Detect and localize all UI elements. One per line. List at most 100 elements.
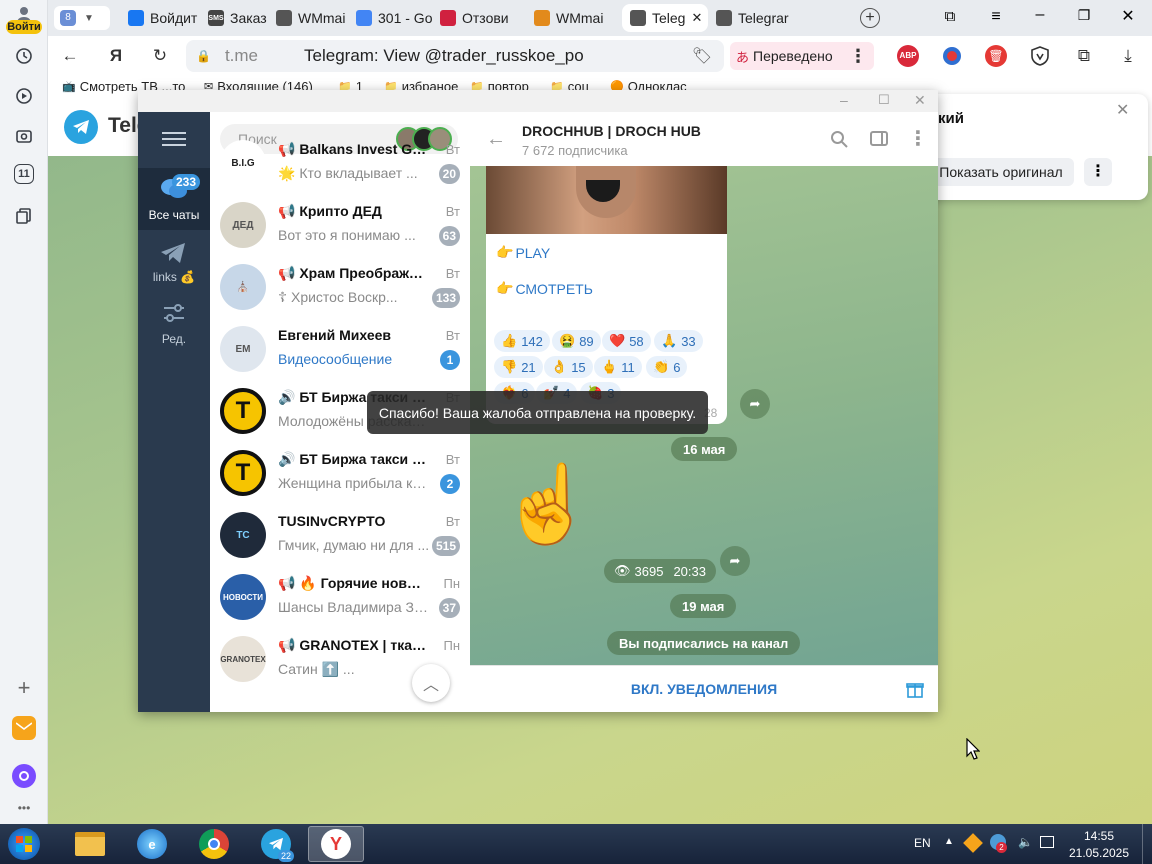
bookmarks-panel-icon[interactable]: ⧉ bbox=[940, 8, 960, 28]
menu-icon[interactable]: ≡ bbox=[986, 8, 1006, 28]
history-icon[interactable] bbox=[12, 44, 36, 68]
back-icon[interactable]: ← bbox=[486, 128, 506, 151]
reload-icon[interactable]: ↻ bbox=[148, 44, 172, 68]
yandex-icon[interactable]: Я bbox=[104, 44, 128, 68]
calendar-badge-icon[interactable]: 11 bbox=[14, 164, 34, 184]
extensions-icon[interactable]: ⧉ bbox=[1072, 44, 1096, 68]
reaction-chip[interactable]: 👏 6 bbox=[646, 356, 688, 378]
more-dots-icon[interactable]: ••• bbox=[12, 796, 36, 820]
alice-assistant-icon[interactable] bbox=[12, 764, 36, 788]
reaction-count: 6 bbox=[673, 359, 681, 375]
folder-edit[interactable]: Ред. bbox=[138, 298, 210, 360]
new-tab-button[interactable]: + bbox=[860, 8, 880, 28]
scroll-up-button[interactable]: ︿ bbox=[412, 664, 450, 702]
taskbar-telegram[interactable]: 22 bbox=[248, 826, 304, 862]
bookmark-flag-icon[interactable]: 🏷 bbox=[692, 46, 712, 66]
download-icon[interactable]: ⤓ bbox=[1116, 44, 1140, 68]
chat-item[interactable]: ЕМ Евгений Михеев Вт Видеосообщение 1 bbox=[210, 318, 470, 380]
language-indicator[interactable]: EN bbox=[914, 836, 931, 850]
tab-group-button[interactable]: 8 ▼ bbox=[54, 6, 110, 30]
vpn-shield-icon[interactable] bbox=[1028, 44, 1052, 68]
abp-extension-icon[interactable]: ABP bbox=[896, 44, 920, 68]
show-original-button[interactable]: Показать оригинал bbox=[928, 158, 1074, 186]
chat-item[interactable]: TC TUSINvCRYPTO Вт Гмчик, думаю ни для ... 5… bbox=[210, 504, 470, 566]
taskbar-badge: 22 bbox=[278, 850, 294, 862]
chat-time: Вт bbox=[445, 266, 460, 281]
side-panel-icon[interactable] bbox=[870, 131, 888, 146]
taskbar-ie[interactable]: e bbox=[124, 826, 180, 862]
network-icon[interactable] bbox=[1040, 836, 1054, 848]
taskbar-yandex[interactable]: Y bbox=[308, 826, 364, 862]
minimize-icon[interactable]: – bbox=[1030, 6, 1050, 26]
restore-icon[interactable]: ❐ bbox=[1074, 7, 1094, 27]
reaction-chip[interactable]: 👎 21 bbox=[494, 356, 543, 378]
browser-tab[interactable]: SMS Заказ н bbox=[200, 4, 270, 32]
clock-date[interactable]: 21.05.2025 bbox=[1064, 846, 1134, 860]
chat-item[interactable]: B.I.G 📢 Balkans Invest Group... Вт 🌟 Кто вк… bbox=[210, 132, 470, 194]
chat-item[interactable]: T 🔊 БТ Биржа такси Ров... Вт Женщина прибыл… bbox=[210, 442, 470, 504]
folder-links[interactable]: links 💰 bbox=[138, 234, 210, 296]
browser-tab[interactable]: 301 - Go bbox=[348, 4, 436, 32]
close-icon[interactable]: ✕ bbox=[1116, 100, 1129, 120]
hamburger-menu-icon[interactable] bbox=[162, 130, 186, 146]
reaction-chip[interactable]: 👍 142 bbox=[494, 330, 550, 352]
folder-all-chats[interactable]: 233 Все чаты bbox=[138, 168, 210, 230]
service-message: Вы подписались на канал bbox=[607, 631, 801, 655]
back-icon[interactable]: ← bbox=[58, 44, 82, 68]
browser-tab[interactable]: WMmai bbox=[268, 4, 352, 32]
translated-label: Переведено bbox=[753, 48, 833, 64]
chat-item[interactable]: ДЕД 📢 Крипто ДЕД Вт Вот это я понимаю ... 63 bbox=[210, 194, 470, 256]
browser-tab[interactable]: Telegrar bbox=[708, 4, 804, 32]
reaction-chip[interactable]: ❤️ 58 bbox=[602, 330, 651, 352]
watch-link[interactable]: 👉 СМОТРЕТЬ bbox=[496, 280, 593, 297]
add-panel-icon[interactable]: + bbox=[12, 675, 36, 700]
close-tab-icon[interactable]: ✕ bbox=[691, 10, 702, 26]
camera-icon[interactable] bbox=[12, 124, 36, 148]
address-field[interactable]: 🔒 t.me Telegram: View @trader_russkoe_po… bbox=[186, 40, 724, 72]
minimize-icon[interactable]: – bbox=[840, 92, 848, 108]
search-icon[interactable] bbox=[830, 130, 848, 151]
taskbar-explorer[interactable] bbox=[62, 826, 118, 862]
reaction-chip[interactable]: 🤮 89 bbox=[552, 330, 601, 352]
reaction-chip[interactable]: 🖕 11 bbox=[594, 356, 642, 378]
reaction-chip[interactable]: 👌 15 bbox=[544, 356, 593, 378]
login-button[interactable]: Войти bbox=[6, 20, 42, 34]
chat-item[interactable]: ⛪ 📢 Храм Преображени... Вт ☦ Христос Воскр.… bbox=[210, 256, 470, 318]
channel-title[interactable]: DROCHHUB | DROCH HUB bbox=[522, 123, 701, 139]
forward-icon[interactable]: ➦ bbox=[740, 389, 770, 419]
close-window-icon[interactable]: ✕ bbox=[1118, 6, 1138, 26]
browser-tab[interactable]: Отзови bbox=[432, 4, 522, 32]
maximize-icon[interactable]: ☐ bbox=[878, 92, 890, 108]
browser-tab[interactable]: Teleg ✕ bbox=[622, 4, 708, 32]
more-vertical-icon[interactable]: ⋮ bbox=[846, 44, 870, 68]
play-icon[interactable] bbox=[12, 84, 36, 108]
clock-time[interactable]: 14:55 bbox=[1070, 829, 1128, 843]
more-vertical-icon[interactable]: ⋮ bbox=[1084, 158, 1112, 186]
start-button[interactable] bbox=[4, 826, 44, 862]
show-desktop-button[interactable] bbox=[1142, 824, 1152, 864]
window-titlebar: – ☐ ✕ bbox=[138, 90, 938, 112]
pointing-up-sticker-icon[interactable]: ☝️ bbox=[500, 467, 595, 543]
globe-icon: e bbox=[137, 829, 167, 859]
play-link[interactable]: 👉 PLAY bbox=[496, 244, 550, 261]
more-vertical-icon[interactable]: ⋮ bbox=[908, 126, 928, 151]
volume-icon[interactable]: 🔈 bbox=[1018, 835, 1033, 849]
tray-app-icon[interactable] bbox=[963, 833, 983, 853]
date-separator: 16 мая bbox=[671, 437, 738, 461]
mail-icon[interactable] bbox=[12, 716, 36, 740]
unread-badge: 515 bbox=[431, 536, 460, 556]
chat-item[interactable]: НОВОСТИ 📢 🔥 Горячие новост... Пн Шансы Влад… bbox=[210, 566, 470, 628]
reaction-chip[interactable]: 🙏 33 bbox=[654, 330, 703, 352]
browser-tab[interactable]: Войдит bbox=[120, 4, 200, 32]
close-window-icon[interactable]: ✕ bbox=[914, 92, 926, 109]
trash-extension-icon[interactable]: 🗑 bbox=[984, 44, 1008, 68]
enable-notifications-button[interactable]: ВКЛ. УВЕДОМЛЕНИЯ bbox=[470, 681, 938, 697]
collections-icon[interactable] bbox=[12, 204, 36, 228]
forward-icon[interactable]: ➦ bbox=[720, 546, 750, 576]
gift-icon[interactable] bbox=[906, 680, 924, 701]
taskbar-chrome[interactable] bbox=[186, 826, 242, 862]
post-image[interactable] bbox=[486, 166, 727, 234]
tray-expand-icon[interactable]: ▲ bbox=[944, 836, 954, 847]
globe-extension-icon[interactable] bbox=[940, 44, 964, 68]
browser-tab[interactable]: WMmai bbox=[526, 4, 622, 32]
